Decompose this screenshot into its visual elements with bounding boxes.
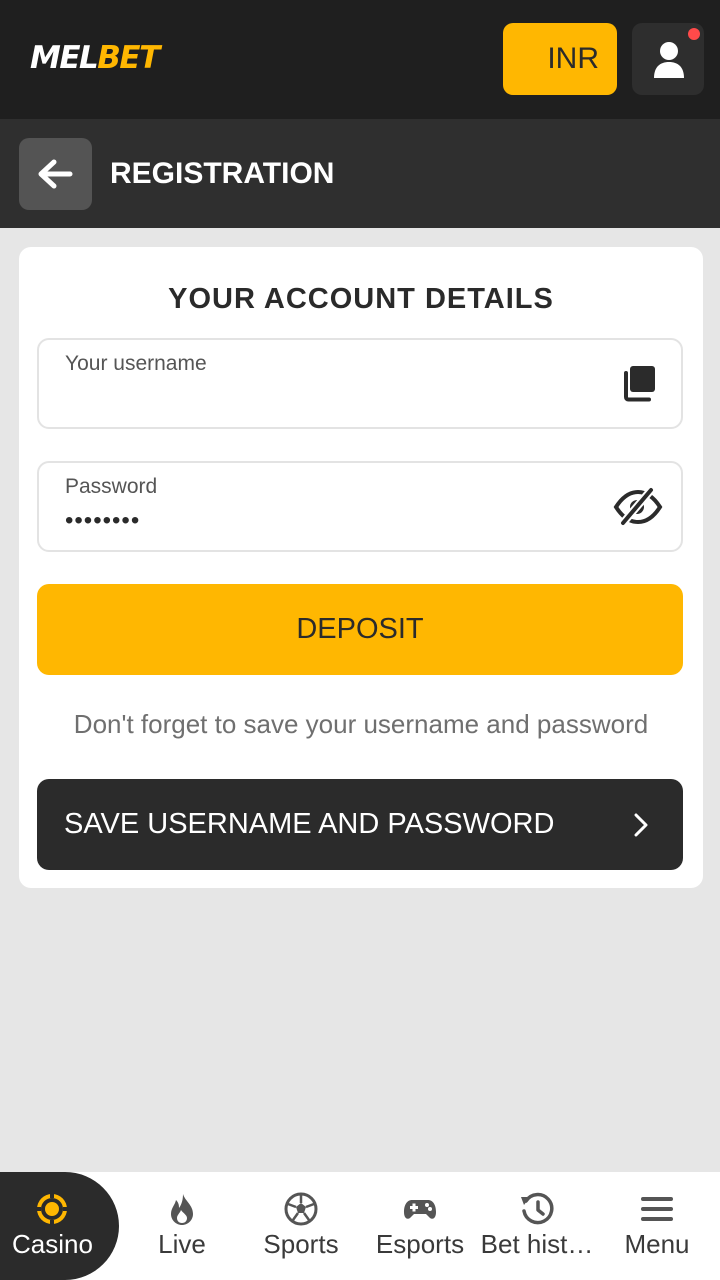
arrow-left-icon bbox=[38, 159, 73, 189]
gamepad-icon bbox=[404, 1200, 436, 1219]
sub-header: REGISTRATION bbox=[0, 119, 720, 228]
top-header: MELBET INR bbox=[0, 0, 720, 119]
logo-text-bet: BET bbox=[97, 40, 160, 76]
nav-item-esports[interactable]: Esports bbox=[360, 1172, 480, 1280]
notification-dot bbox=[688, 28, 700, 40]
nav-label-bet-history: Bet hist… bbox=[480, 1229, 594, 1259]
nav-item-menu[interactable]: Menu bbox=[597, 1172, 717, 1280]
nav-label-sports: Sports bbox=[263, 1229, 339, 1259]
nav-item-live[interactable]: Live bbox=[122, 1172, 242, 1280]
eye-slash-icon[interactable] bbox=[613, 487, 663, 527]
melbet-logo[interactable]: MELBET bbox=[30, 38, 160, 78]
card-title: YOUR ACCOUNT DETAILS bbox=[168, 283, 554, 315]
nav-item-bet-history[interactable]: Bet hist… bbox=[477, 1172, 597, 1280]
logo-text-mel: MEL bbox=[30, 40, 99, 76]
page-title: REGISTRATION bbox=[110, 157, 335, 190]
password-value: •••••••• bbox=[65, 507, 141, 534]
account-details-card: YOUR ACCOUNT DETAILS Your username Passw… bbox=[19, 247, 703, 888]
save-credentials-label: SAVE USERNAME AND PASSWORD bbox=[64, 808, 555, 840]
soccer-ball-icon bbox=[284, 1192, 318, 1226]
username-field[interactable]: Your username bbox=[37, 338, 683, 429]
bottom-navigation: Casino Live Sports Esports Bet hist… Men… bbox=[0, 1172, 720, 1280]
copy-icon[interactable] bbox=[621, 364, 657, 402]
nav-label-esports: Esports bbox=[375, 1229, 465, 1259]
password-label: Password bbox=[65, 475, 158, 498]
currency-button[interactable]: INR bbox=[503, 23, 617, 95]
back-button[interactable] bbox=[19, 138, 92, 210]
nav-label-casino: Casino bbox=[12, 1229, 93, 1259]
deposit-button[interactable]: DEPOSIT bbox=[37, 584, 683, 675]
save-hint-text: Don't forget to save your username and p… bbox=[73, 709, 649, 739]
flame-icon bbox=[171, 1194, 193, 1225]
user-icon bbox=[654, 42, 684, 78]
nav-item-casino[interactable]: Casino bbox=[0, 1172, 119, 1280]
hamburger-menu-icon bbox=[641, 1197, 673, 1221]
password-field[interactable]: Password •••••••• bbox=[37, 461, 683, 552]
chevron-right-icon bbox=[634, 813, 648, 837]
nav-label-live: Live bbox=[158, 1229, 206, 1259]
casino-chip-icon bbox=[36, 1193, 68, 1225]
username-label: Your username bbox=[65, 352, 207, 375]
nav-label-menu: Menu bbox=[624, 1229, 690, 1259]
save-credentials-button[interactable]: SAVE USERNAME AND PASSWORD bbox=[37, 779, 683, 870]
nav-item-sports[interactable]: Sports bbox=[242, 1172, 360, 1280]
history-icon bbox=[521, 1192, 554, 1225]
